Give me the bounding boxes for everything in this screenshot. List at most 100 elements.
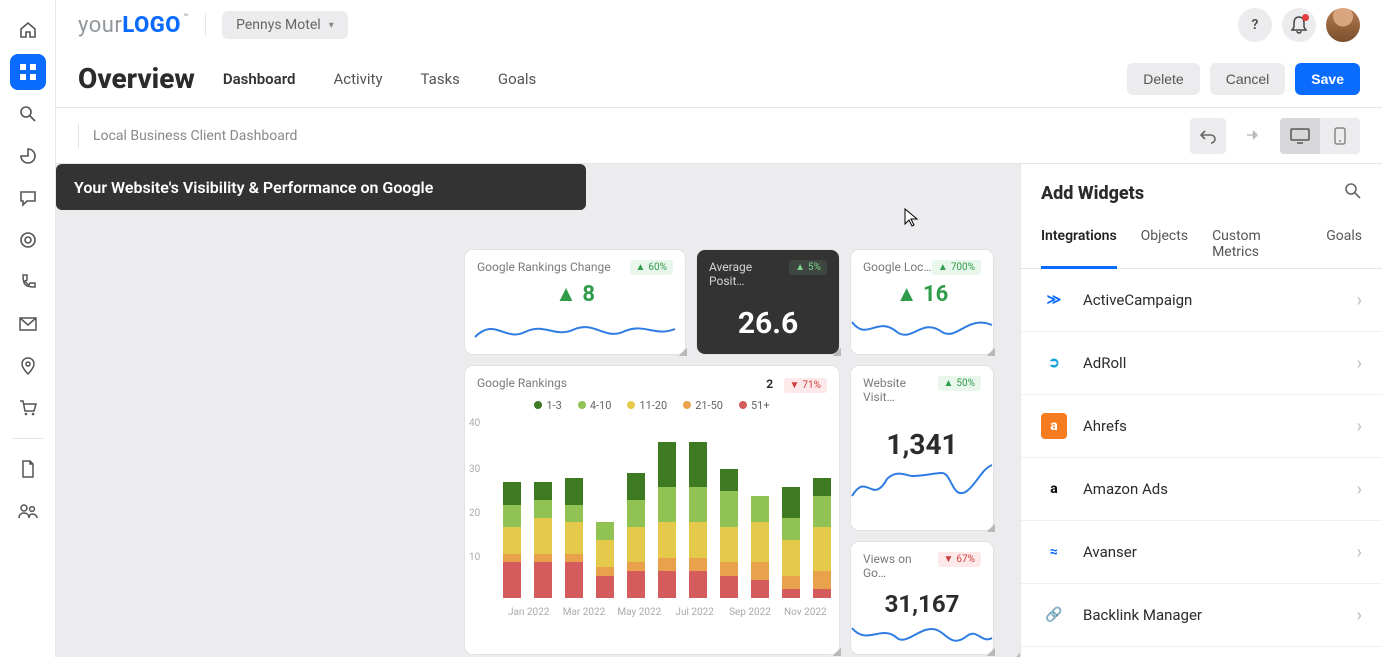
mobile-icon: [1334, 127, 1346, 145]
search-widgets-button[interactable]: [1344, 182, 1362, 204]
undo-icon: [1199, 127, 1217, 145]
undo-button[interactable]: [1190, 118, 1226, 154]
redo-icon: [1241, 127, 1259, 145]
file-icon[interactable]: [10, 451, 46, 487]
search-icon[interactable]: [10, 96, 46, 132]
top-bar: yourLOGO™ Pennys Motel ?: [56, 0, 1382, 50]
kpi3-value: ▲ 16: [851, 281, 993, 307]
desktop-icon: [1290, 128, 1310, 144]
delete-button[interactable]: Delete: [1127, 63, 1199, 95]
integration-item[interactable]: ≫ActiveCampaign›: [1021, 269, 1382, 332]
chevron-right-icon: ›: [1357, 416, 1362, 437]
bar-May 2022: [625, 473, 648, 598]
secondary-bar: Local Business Client Dashboard: [56, 108, 1382, 164]
widget-avg-position[interactable]: Average Posit… ▲ 5% 26.6: [697, 250, 839, 354]
visits-value: 1,341: [851, 428, 993, 461]
chat-icon[interactable]: [10, 180, 46, 216]
widget-views[interactable]: Views on Go… ▼ 67% 31,167: [851, 542, 993, 654]
rp-tab-integrations[interactable]: Integrations: [1041, 220, 1117, 268]
integration-icon: ➲: [1041, 350, 1067, 376]
ytick-40: 40: [469, 418, 480, 429]
grid-icon[interactable]: [10, 54, 46, 90]
legend-item: 1-3: [534, 399, 561, 412]
widget-rankings-chart[interactable]: Google Rankings 2 ▼ 71% 1-34-1011-2021-5…: [465, 366, 839, 654]
breadcrumb: Local Business Client Dashboard: [78, 124, 297, 148]
tab-activity[interactable]: Activity: [333, 64, 382, 94]
widget-rankings-change[interactable]: Google Rankings Change ▲ 60% ▲ 8: [465, 250, 685, 354]
xtick: Mar 2022: [556, 607, 611, 618]
views-value: 31,167: [851, 590, 993, 618]
integration-item[interactable]: aAmazon Ads›: [1021, 458, 1382, 521]
sidebar-divider: [12, 438, 44, 439]
save-button[interactable]: Save: [1295, 63, 1360, 95]
integration-item[interactable]: a Ahrefs›: [1021, 395, 1382, 458]
rankings-xaxis: Jan 2022Mar 2022May 2022Jul 2022Sep 2022…: [501, 607, 833, 618]
chevron-right-icon: ›: [1357, 605, 1362, 626]
xtick: Nov 2022: [778, 607, 833, 618]
tab-tasks[interactable]: Tasks: [421, 64, 460, 94]
left-sidebar: [0, 0, 56, 657]
help-button[interactable]: ?: [1238, 8, 1272, 42]
page-title: Overview: [78, 62, 195, 95]
redo-button[interactable]: [1232, 118, 1268, 154]
kpi1-title: Google Rankings Change: [477, 260, 611, 274]
chevron-right-icon: ›: [1357, 479, 1362, 500]
chart-icon[interactable]: [10, 138, 46, 174]
legend-item: 11-20: [627, 399, 667, 412]
target-icon[interactable]: [10, 222, 46, 258]
mobile-view-button[interactable]: [1320, 118, 1360, 154]
visits-change: ▲ 50%: [938, 376, 981, 391]
integration-label: Backlink Manager: [1083, 606, 1357, 624]
dashboard-canvas: Your Website's Visibility & Performance …: [56, 164, 1020, 657]
mail-icon[interactable]: [10, 306, 46, 342]
phone-icon[interactable]: [10, 264, 46, 300]
users-icon[interactable]: [10, 493, 46, 529]
xtick: Jan 2022: [501, 607, 556, 618]
chevron-right-icon: ›: [1357, 353, 1362, 374]
topbar-divider: [205, 14, 206, 36]
xtick: Sep 2022: [722, 607, 777, 618]
right-panel-title: Add Widgets: [1041, 183, 1144, 204]
integration-item[interactable]: 🔗 Backlink Manager›: [1021, 584, 1382, 647]
xtick: May 2022: [612, 607, 667, 618]
integration-icon: ≫: [1041, 287, 1067, 313]
bar-Nov 2022: [810, 478, 833, 598]
integration-item[interactable]: ➲AdRoll›: [1021, 332, 1382, 395]
pin-icon[interactable]: [10, 348, 46, 384]
avatar[interactable]: [1326, 8, 1360, 42]
integration-icon: a: [1041, 413, 1067, 439]
legend-item: 21-50: [683, 399, 723, 412]
legend-item: 4-10: [578, 399, 612, 412]
client-selector[interactable]: Pennys Motel: [222, 11, 348, 39]
bar-Aug 2022: [717, 469, 740, 598]
kpi2-title: Average Posit…: [709, 260, 789, 288]
kpi3-sparkline: [851, 307, 993, 347]
tab-goals[interactable]: Goals: [498, 64, 536, 94]
kpi2-change: ▲ 5%: [789, 260, 827, 275]
integration-item[interactable]: ≈Avanser›: [1021, 521, 1382, 584]
rp-tab-custom-metrics[interactable]: Custom Metrics: [1212, 220, 1302, 268]
integration-label: Ahrefs: [1083, 417, 1357, 435]
widget-visits[interactable]: Website Visit… ▲ 50% 1,341: [851, 366, 993, 530]
widget-google-loc[interactable]: Google Loc… ▲ 700% ▲ 16: [851, 250, 993, 354]
integration-icon: 🔗: [1041, 602, 1067, 628]
rp-tab-goals[interactable]: Goals: [1326, 220, 1362, 268]
chevron-right-icon: ›: [1357, 542, 1362, 563]
logo-suffix: ™: [183, 13, 189, 23]
logo: yourLOGO™: [78, 13, 189, 38]
widget-header-banner[interactable]: Your Website's Visibility & Performance …: [56, 164, 586, 210]
chevron-right-icon: ›: [1357, 290, 1362, 311]
rp-tab-objects[interactable]: Objects: [1141, 220, 1188, 268]
ytick-20: 20: [469, 508, 480, 519]
kpi1-sparkline: [465, 307, 685, 347]
visits-sparkline: [851, 461, 993, 517]
integration-label: Avanser: [1083, 543, 1357, 561]
header-banner-text: Your Website's Visibility & Performance …: [74, 178, 433, 197]
cancel-button[interactable]: Cancel: [1210, 63, 1286, 95]
home-icon[interactable]: [10, 12, 46, 48]
cart-icon[interactable]: [10, 390, 46, 426]
notifications-button[interactable]: [1282, 8, 1316, 42]
desktop-view-button[interactable]: [1280, 118, 1320, 154]
tab-dashboard[interactable]: Dashboard: [223, 64, 296, 94]
kpi2-value: 26.6: [697, 306, 839, 341]
